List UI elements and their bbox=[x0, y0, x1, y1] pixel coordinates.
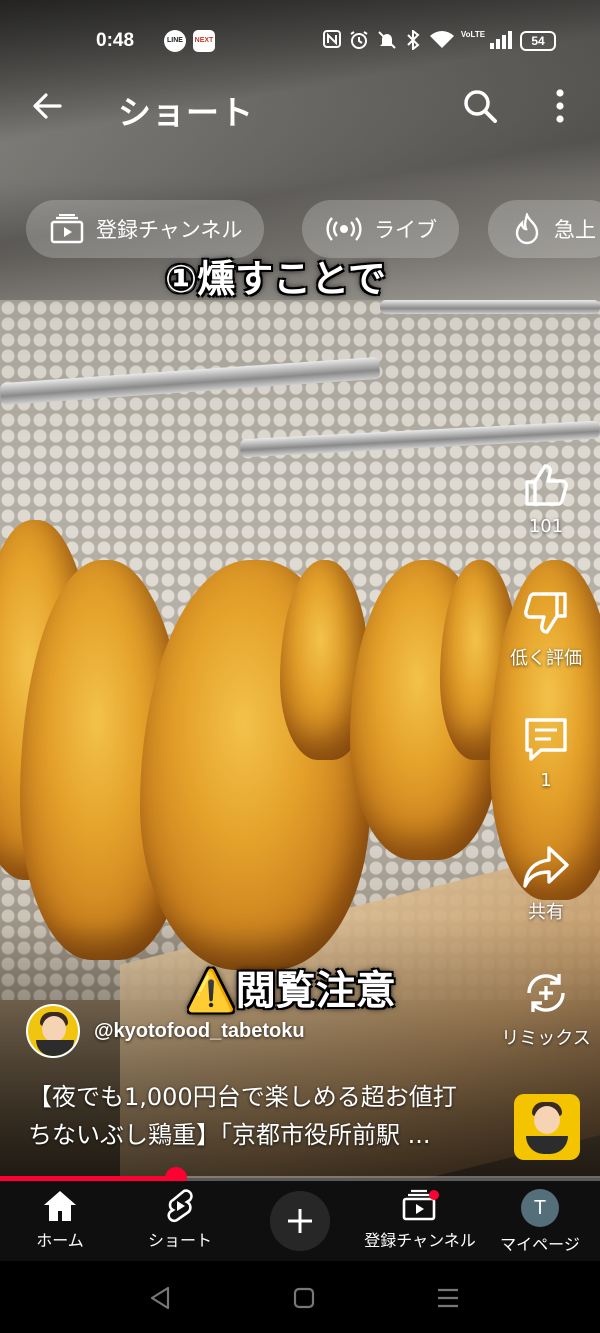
signal-icon bbox=[488, 30, 514, 52]
account-avatar: T bbox=[521, 1189, 559, 1227]
mute-icon bbox=[376, 30, 398, 52]
back-arrow-icon[interactable] bbox=[28, 86, 68, 126]
plus-icon bbox=[288, 1209, 312, 1233]
share-label: 共有 bbox=[528, 902, 564, 923]
nav-my-page-label: マイページ bbox=[500, 1235, 580, 1254]
home-icon bbox=[44, 1191, 76, 1221]
system-back-icon[interactable] bbox=[140, 1283, 180, 1313]
top-app-bar: ショート bbox=[0, 78, 600, 138]
subscriptions-icon bbox=[402, 1189, 439, 1221]
thumbnail-face bbox=[534, 1106, 560, 1134]
alarm-icon bbox=[348, 30, 370, 52]
volte-icon: VoLTE bbox=[460, 30, 486, 39]
create-button[interactable] bbox=[270, 1191, 330, 1251]
dislike-label: 低く評価 bbox=[510, 648, 582, 669]
battery-indicator: 54 bbox=[520, 31, 556, 51]
chip-live-label: ライブ bbox=[374, 218, 437, 242]
nav-subscriptions[interactable]: 登録チャンネル bbox=[360, 1189, 480, 1251]
description-line-2: ちないぶし鶏重】「京都市役所前駅 ... bbox=[28, 1121, 431, 1149]
system-menu-icon[interactable] bbox=[428, 1283, 468, 1313]
system-home-icon[interactable] bbox=[284, 1283, 324, 1313]
nav-my-page[interactable]: T マイページ bbox=[480, 1189, 600, 1255]
thumbs-down-icon bbox=[524, 592, 567, 634]
nav-shorts-label: ショート bbox=[147, 1231, 212, 1250]
video-hanging-rail bbox=[380, 300, 600, 314]
nav-subscriptions-label: 登録チャンネル bbox=[364, 1231, 476, 1250]
nav-home-label: ホーム bbox=[36, 1231, 84, 1250]
dislike-button[interactable]: 低く評価 bbox=[498, 588, 594, 670]
thumbs-up-icon bbox=[525, 464, 568, 506]
share-icon bbox=[523, 846, 569, 888]
app-notification-icon: NEXT bbox=[193, 30, 215, 52]
chip-trending[interactable]: 急上 bbox=[488, 200, 600, 258]
remix-button[interactable]: リミックス bbox=[498, 968, 594, 1050]
like-button[interactable]: 101 bbox=[498, 460, 594, 537]
system-navigation-bar bbox=[0, 1261, 600, 1333]
comments-button[interactable]: 1 bbox=[498, 714, 594, 791]
video-description[interactable]: 【夜でも1,000円台で楽しめる超お値打 ちないぶし鶏重】「京都市役所前駅 ..… bbox=[28, 1078, 498, 1154]
share-button[interactable]: 共有 bbox=[498, 842, 594, 924]
remix-icon bbox=[527, 974, 565, 1012]
avatar-face bbox=[42, 1016, 66, 1042]
trending-icon bbox=[515, 213, 539, 245]
description-line-1: 【夜でも1,000円台で楽しめる超お値打 bbox=[28, 1083, 457, 1111]
wifi-icon bbox=[428, 30, 456, 52]
status-bar: 0:48 LINE NEXT VoLTE 54 bbox=[0, 22, 600, 62]
bluetooth-icon bbox=[404, 28, 422, 52]
sound-source-thumbnail[interactable] bbox=[514, 1094, 580, 1160]
channel-avatar[interactable] bbox=[26, 1004, 80, 1058]
bottom-navigation: ホーム ショート 登録チャンネル T マイページ bbox=[0, 1181, 600, 1261]
status-time: 0:48 bbox=[96, 30, 135, 51]
comment-count: 1 bbox=[540, 770, 552, 791]
avatar-bowl bbox=[36, 1040, 74, 1056]
video-caption-top: ①燻すことで bbox=[165, 257, 387, 301]
shorts-icon bbox=[167, 1189, 193, 1223]
more-options-icon[interactable] bbox=[540, 86, 580, 126]
channel-row[interactable]: @kyotofood_tabetoku bbox=[26, 1004, 305, 1058]
nav-shorts[interactable]: ショート bbox=[120, 1189, 240, 1251]
search-icon[interactable] bbox=[460, 86, 500, 126]
page-title: ショート bbox=[118, 93, 254, 132]
channel-handle[interactable]: @kyotofood_tabetoku bbox=[94, 1020, 305, 1043]
comment-icon bbox=[525, 718, 567, 761]
nfc-icon bbox=[322, 30, 342, 52]
live-icon bbox=[326, 217, 362, 241]
remix-label: リミックス bbox=[501, 1028, 591, 1049]
nav-home[interactable]: ホーム bbox=[0, 1189, 120, 1251]
line-notification-icon: LINE bbox=[164, 30, 186, 52]
chip-trending-label: 急上 bbox=[554, 218, 596, 242]
subscriptions-icon bbox=[50, 214, 84, 244]
like-count: 101 bbox=[528, 516, 564, 537]
chip-subscriptions-label: 登録チャンネル bbox=[96, 218, 243, 242]
thumbnail-bowl bbox=[526, 1136, 568, 1154]
